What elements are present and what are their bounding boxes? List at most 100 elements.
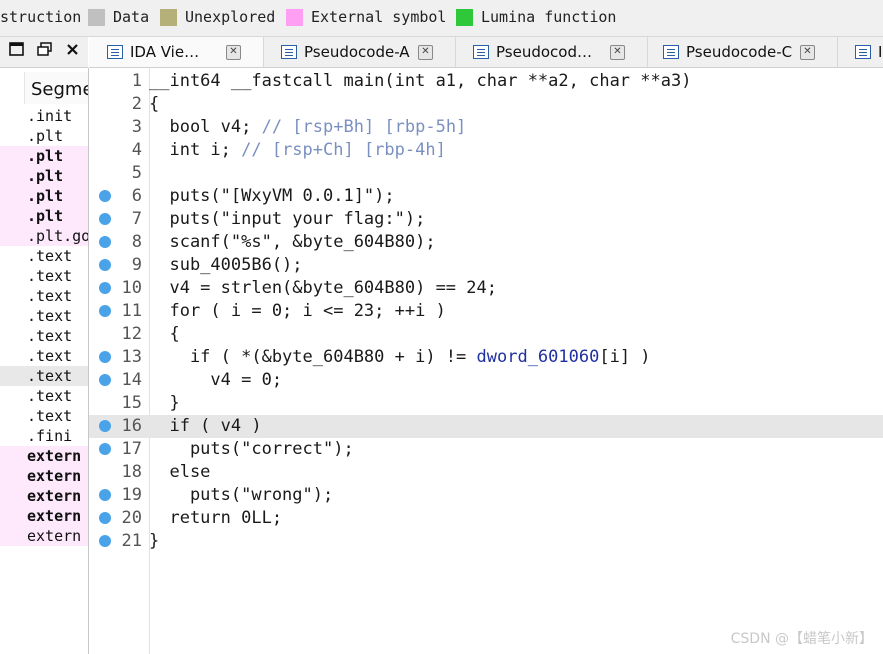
segment-name: .init [27,107,73,125]
code-text: puts("wrong"); [149,485,334,505]
breakpoint-dot-icon[interactable] [99,351,111,363]
code-line[interactable]: 3 bool v4; // [rsp+Bh] [rbp-5h] [89,116,883,139]
segment-row[interactable]: .text [0,306,88,326]
segment-row[interactable]: .plt [0,206,88,226]
segment-row[interactable]: .text [0,246,88,266]
tab-overflow[interactable]: I [837,37,883,67]
code-line[interactable]: 15 } [89,392,883,415]
segment-row[interactable]: extern [0,446,88,466]
segment-row[interactable]: .text [0,286,88,306]
code-line[interactable]: 19 puts("wrong"); [89,484,883,507]
close-tab-icon[interactable]: ✕ [800,45,815,60]
close-tab-icon[interactable]: ✕ [610,45,625,60]
line-number: 5 [131,163,142,183]
segments-panel: Segme .init .plt .plt .plt .plt .plt .plt.got.… [0,68,89,654]
code-line[interactable]: 21} [89,530,883,553]
breakpoint-dot-icon[interactable] [99,489,111,501]
code-line[interactable]: 9 sub_4005B6(); [89,254,883,277]
code-line[interactable]: 4 int i; // [rsp+Ch] [rbp-4h] [89,139,883,162]
segment-name: .fini [27,427,73,445]
restore-window-icon[interactable] [6,41,26,60]
segment-row[interactable]: extern [0,486,88,506]
code-line[interactable]: 2{ [89,93,883,116]
segment-row[interactable]: .text [0,386,88,406]
breakpoint-dot-icon[interactable] [99,374,111,386]
tab-pseudocode-b[interactable]: Pseudocod… ✕ [455,37,648,67]
code-text: } [149,531,160,551]
segment-row[interactable]: .plt [0,126,88,146]
line-number: 12 [121,324,142,344]
segment-row[interactable]: .plt [0,146,88,166]
code-line[interactable]: 18 else [89,461,883,484]
code-line[interactable]: 10 v4 = strlen(&byte_604B80) == 24; [89,277,883,300]
code-line[interactable]: 1 __int64 __fastcall main(int a1, char **… [89,70,883,93]
breakpoint-dot-icon[interactable] [99,259,111,271]
tab-ida-view[interactable]: IDA Vie… ✕ [89,37,264,67]
line-number: 14 [121,370,142,390]
segment-row[interactable]: extern [0,466,88,486]
line-number: 4 [131,140,142,160]
code-line[interactable]: 20 return 0LL; [89,507,883,530]
segment-row[interactable]: .plt.got [0,226,88,246]
breakpoint-dot-icon[interactable] [99,213,111,225]
code-line[interactable]: 17 puts("correct"); [89,438,883,461]
segment-row[interactable]: .text [0,326,88,346]
segment-row[interactable]: .text [0,366,88,386]
legend-item-lumina-function: Lumina function [456,8,616,26]
code-line[interactable]: 8 scanf("%s", &byte_604B80); [89,231,883,254]
code-line[interactable]: 6 puts("[WxyVM 0.0.1]"); [89,185,883,208]
segment-row[interactable]: .text [0,406,88,426]
code-text: if ( *(&byte_604B80 + i) != dword_601060… [149,347,651,367]
code-line[interactable]: 13 if ( *(&byte_604B80 + i) != dword_601… [89,346,883,369]
segment-row[interactable]: extern [0,506,88,526]
code-line[interactable]: 12 { [89,323,883,346]
watermark: CSDN @【蜡笔小新】 [730,631,873,647]
line-number: 13 [121,347,142,367]
breakpoint-dot-icon[interactable] [99,282,111,294]
legend-swatch [88,8,105,26]
code-line[interactable]: 11 for ( i = 0; i <= 23; ++i ) [89,300,883,323]
breakpoint-dot-icon[interactable] [99,535,111,547]
legend-bar: struction Data Unexplored External symbo… [0,0,883,37]
close-icon[interactable] [62,41,82,60]
tab-pseudocode-c[interactable]: Pseudocode-C ✕ [647,37,838,67]
segment-row[interactable]: .text [0,346,88,366]
pseudocode-editor[interactable]: 1 __int64 __fastcall main(int a1, char **… [89,68,883,654]
legend-label: External symbol [311,8,447,26]
tab-pseudocode-a[interactable]: Pseudocode-A ✕ [263,37,456,67]
code-line[interactable]: 14 v4 = 0; [89,369,883,392]
segment-name: .text [27,387,73,405]
code-line[interactable]: 7 puts("input your flag:"); [89,208,883,231]
breakpoint-dot-icon[interactable] [99,420,111,432]
segment-name: .plt [27,187,64,205]
segment-row[interactable]: extern [0,526,88,546]
breakpoint-dot-icon[interactable] [99,236,111,248]
float-window-icon[interactable] [34,41,54,60]
code-text: puts("correct"); [149,439,354,459]
tab-bar: IDA Vie… ✕ Pseudocode-A ✕ Pseudocod… ✕ P… [89,37,883,68]
tab-label: IDA Vie… [130,43,200,61]
segment-row[interactable]: .text [0,266,88,286]
segment-name: .text [27,307,73,325]
close-tab-icon[interactable]: ✕ [418,45,433,60]
segments-column-header[interactable]: Segme [24,72,88,104]
segment-row[interactable]: .plt [0,166,88,186]
segment-row[interactable]: .fini [0,426,88,446]
line-number: 6 [131,186,142,206]
line-number: 18 [121,462,142,482]
code-line[interactable]: 5 [89,162,883,185]
breakpoint-dot-icon[interactable] [99,190,111,202]
breakpoint-dot-icon[interactable] [99,512,111,524]
segment-name: extern [27,527,82,545]
code-line[interactable]: 16 if ( v4 ) [89,415,883,438]
code-text: __int64 __fastcall main(int a1, char **a… [149,71,692,91]
segment-name: .plt.got [27,227,88,245]
segment-row[interactable]: .init [0,106,88,126]
breakpoint-dot-icon[interactable] [99,305,111,317]
close-tab-icon[interactable]: ✕ [226,45,241,60]
line-number: 17 [121,439,142,459]
segment-row[interactable]: .plt [0,186,88,206]
code-text: { [149,94,160,114]
breakpoint-dot-icon[interactable] [99,443,111,455]
line-number: 11 [121,301,142,321]
